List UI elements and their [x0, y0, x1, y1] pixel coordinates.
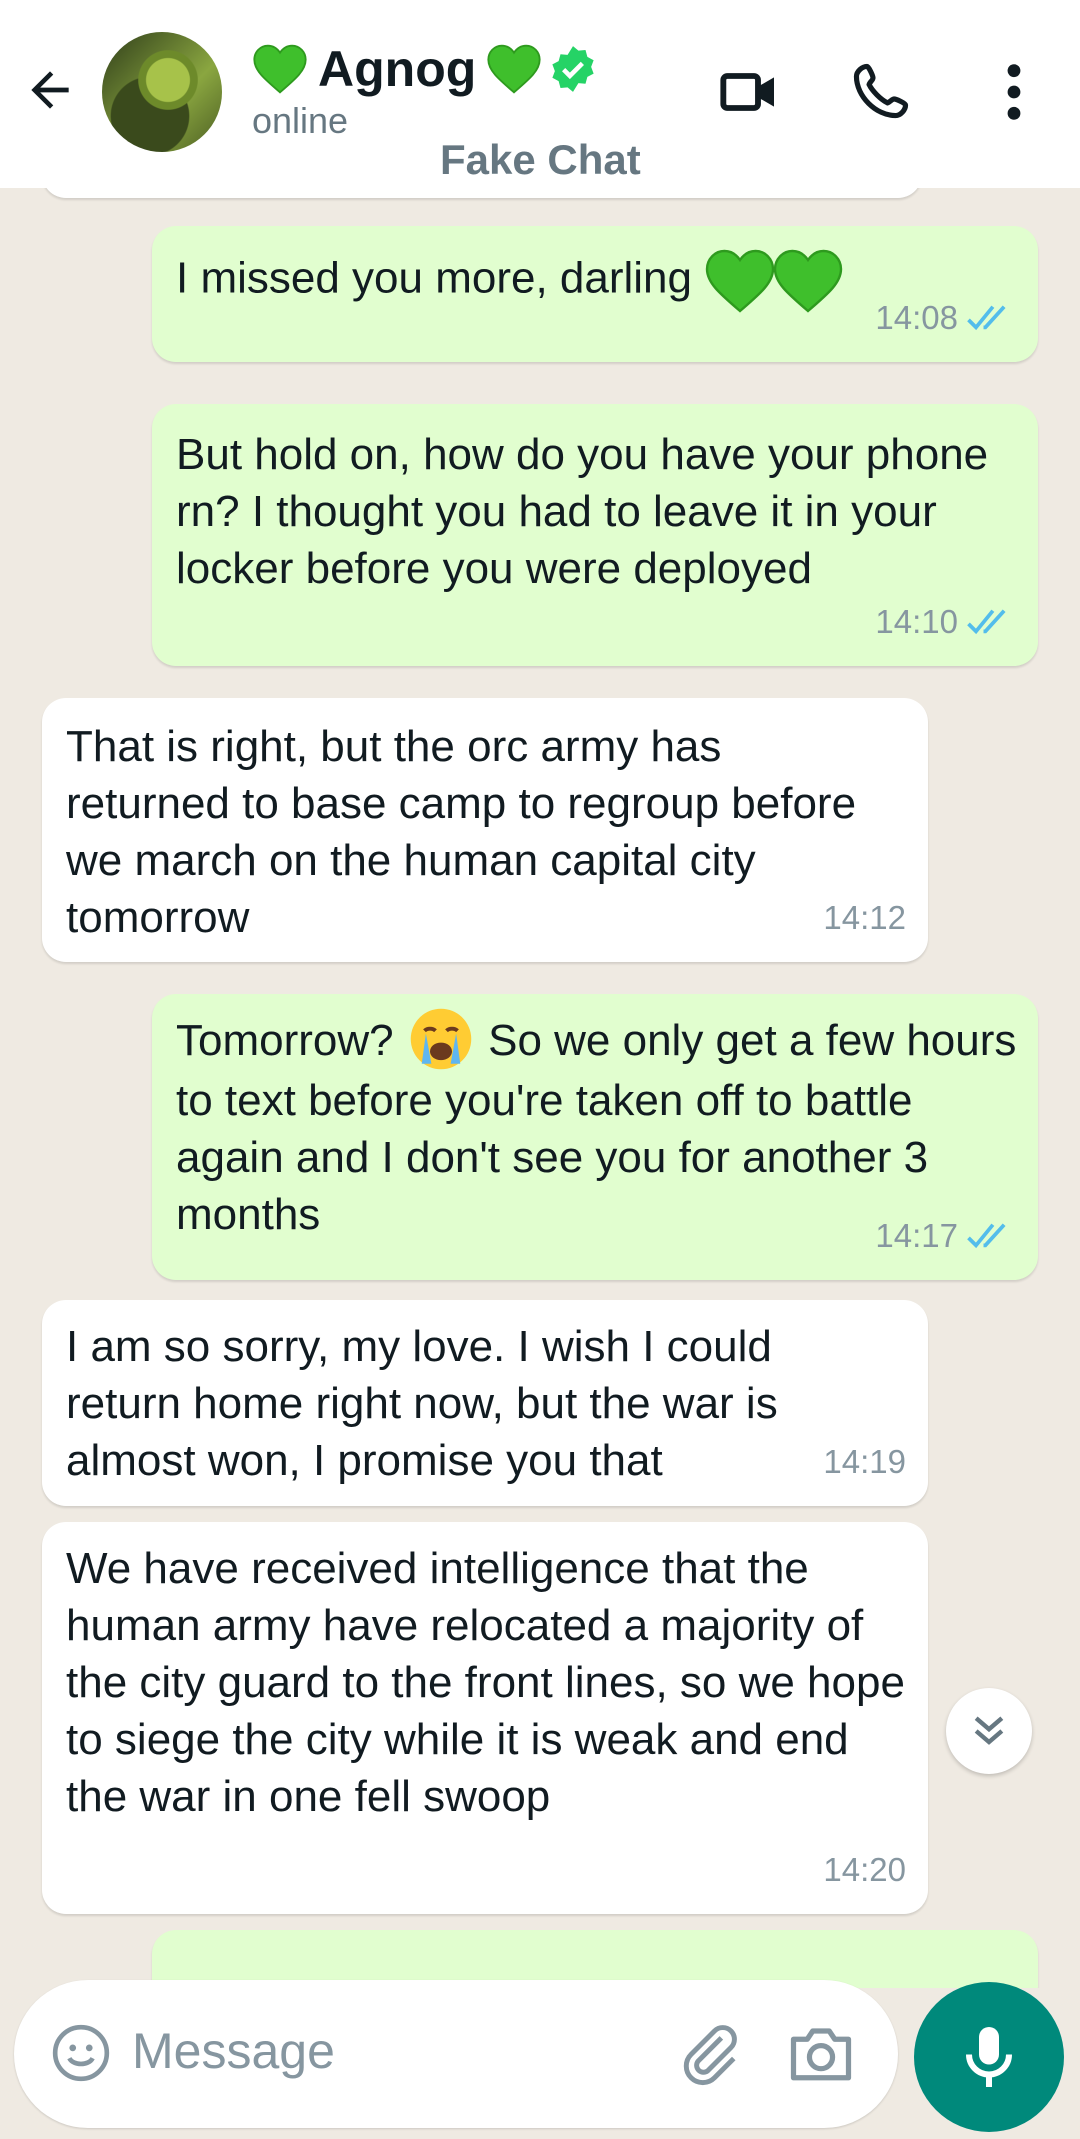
chat-area[interactable]: I missed you more, darling 14:08 But hol…: [0, 188, 1080, 1988]
message-bubble-partial: [42, 188, 922, 198]
message-text: Tomorrow?: [176, 1016, 394, 1065]
green-heart-icon: [774, 249, 843, 313]
message-time: 14:20: [823, 1851, 906, 1888]
smiley-icon[interactable]: [50, 2022, 112, 2084]
message-meta: 14:12: [823, 889, 906, 946]
message-bubble-outgoing[interactable]: But hold on, how do you have your phone …: [152, 404, 1038, 666]
more-vertical-icon[interactable]: [990, 60, 1038, 124]
double-chevron-down-icon: [974, 1716, 1004, 1745]
message-text: But hold on, how do you have your phone …: [176, 430, 989, 593]
message-time: 14:10: [875, 603, 958, 640]
video-camera-icon[interactable]: [718, 60, 782, 124]
crying-face-icon: [410, 1009, 472, 1070]
voice-record-button[interactable]: [914, 1982, 1064, 2132]
message-time: 14:17: [875, 1217, 958, 1254]
message-meta: 14:19: [823, 1433, 906, 1490]
green-heart-icon: [253, 44, 307, 94]
message-bubble-incoming[interactable]: That is right, but the orc army has retu…: [42, 698, 928, 962]
message-text: I missed you more, darling: [176, 253, 692, 303]
message-meta: 14:08: [875, 289, 1016, 346]
double-check-icon: [967, 608, 1006, 634]
double-check-icon: [967, 304, 1006, 330]
message-meta: 14:20: [823, 1841, 906, 1898]
contact-name: Agnog: [318, 41, 477, 97]
camera-icon[interactable]: [788, 2022, 854, 2084]
message-text: That is right, but the orc army has retu…: [66, 722, 857, 942]
message-bubble-outgoing[interactable]: Tomorrow? So we only get a few hours to …: [152, 994, 1038, 1280]
microphone-icon: [966, 2027, 1012, 2087]
arrow-left-icon[interactable]: [22, 62, 78, 118]
message-time: 14:12: [823, 899, 906, 936]
message-text: I am so sorry, my love. I wish I could r…: [66, 1322, 778, 1485]
message-bubble-incoming[interactable]: I am so sorry, my love. I wish I could r…: [42, 1300, 928, 1506]
verified-badge-icon: [552, 46, 594, 92]
contact-title[interactable]: Agnog: [252, 34, 598, 104]
message-time: 14:19: [823, 1443, 906, 1480]
watermark-label: Fake Chat: [440, 136, 641, 183]
message-meta: 14:10: [875, 593, 1016, 650]
message-text: We have received intelligence that the h…: [66, 1544, 905, 1821]
green-heart-icon: [706, 249, 775, 313]
green-heart-icon: [487, 44, 541, 94]
message-meta: 14:17: [875, 1207, 1016, 1264]
message-bubble-outgoing[interactable]: I missed you more, darling 14:08: [152, 226, 1038, 362]
message-composer[interactable]: Message: [14, 1980, 898, 2128]
phone-icon[interactable]: [850, 60, 912, 122]
message-input[interactable]: Message: [132, 2022, 335, 2080]
chat-header: Agnog online Fake Chat: [0, 0, 1080, 188]
presence-status: online: [252, 100, 349, 141]
message-time: 14:08: [875, 299, 958, 336]
message-bubble-incoming[interactable]: We have received intelligence that the h…: [42, 1522, 928, 1914]
scroll-to-bottom-button[interactable]: [946, 1688, 1032, 1774]
double-check-icon: [967, 1222, 1006, 1248]
avatar[interactable]: [102, 32, 222, 152]
paperclip-icon[interactable]: [676, 2020, 742, 2086]
